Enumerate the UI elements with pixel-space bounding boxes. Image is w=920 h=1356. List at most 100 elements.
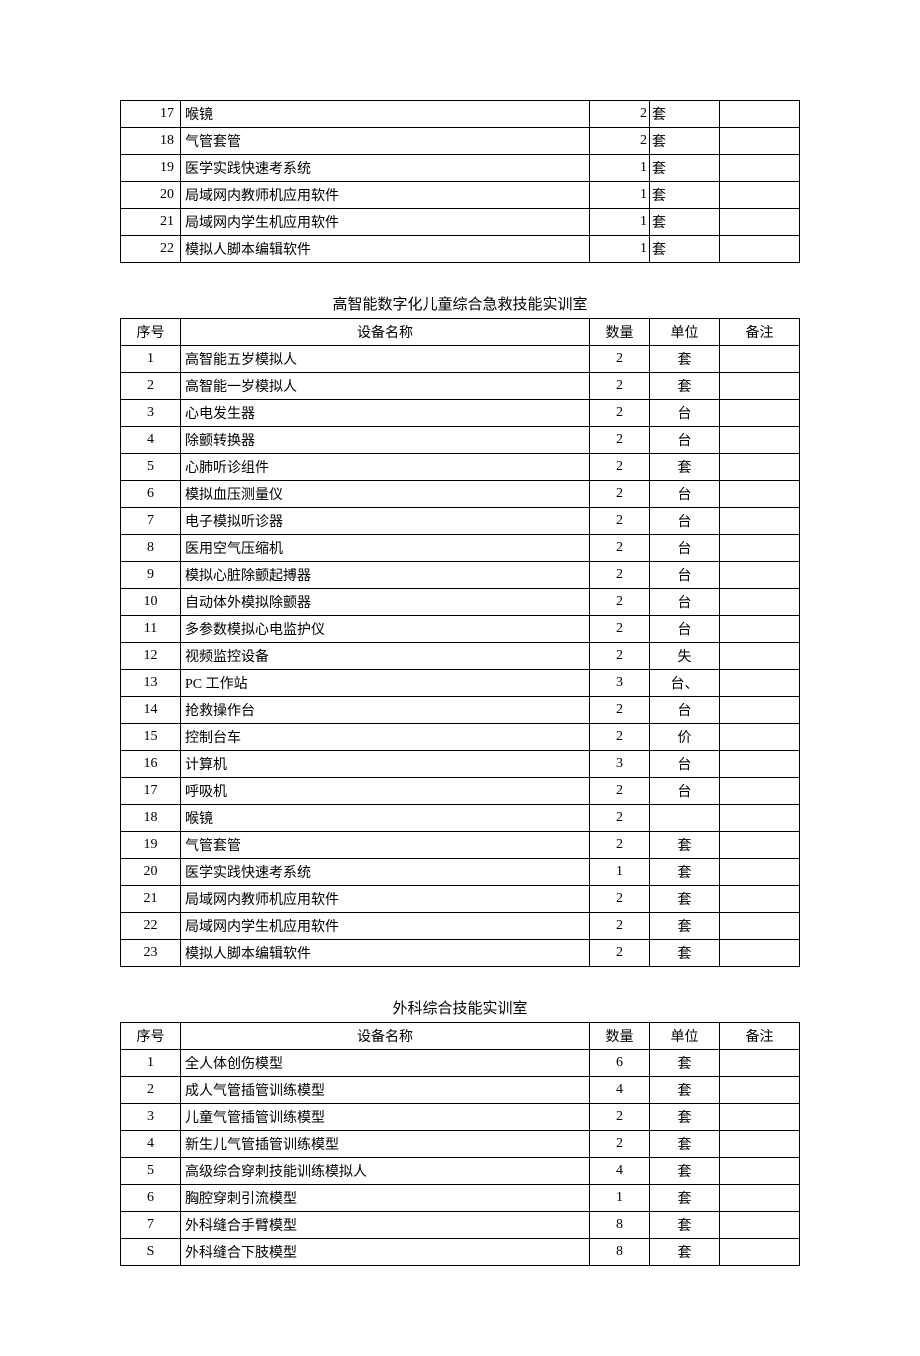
table-row: 18喉镜2 (121, 805, 800, 832)
cell-name: 模拟血压测量仪 (181, 481, 590, 508)
cell-unit: 套 (650, 1185, 720, 1212)
table-row: 5心肺听诊组件2套 (121, 454, 800, 481)
cell-name: 多参数模拟心电监护仪 (181, 616, 590, 643)
cell-qty: 2 (590, 940, 650, 967)
cell-seq: 15 (121, 724, 181, 751)
cell-seq: 1 (121, 1050, 181, 1077)
cell-name: 新生儿气管插管训练模型 (181, 1131, 590, 1158)
table-row: 13PC 工作站3台、 (121, 670, 800, 697)
cell-qty: 2 (590, 724, 650, 751)
cell-unit: 套 (650, 886, 720, 913)
cell-unit: 台 (650, 616, 720, 643)
table-row: 20局域网内教师机应用软件1套 (121, 182, 800, 209)
cell-qty: 2 (590, 778, 650, 805)
cell-qty: 2 (590, 697, 650, 724)
cell-qty: 2 (590, 400, 650, 427)
table-row: 20医学实践快速考系统1套 (121, 859, 800, 886)
cell-name: 电子模拟听诊器 (181, 508, 590, 535)
cell-note (720, 913, 800, 940)
cell-unit (650, 805, 720, 832)
cell-name: 计算机 (181, 751, 590, 778)
cell-unit: 套 (650, 182, 720, 209)
cell-qty: 2 (590, 1104, 650, 1131)
cell-name: 成人气管插管训练模型 (181, 1077, 590, 1104)
cell-name: 儿童气管插管训练模型 (181, 1104, 590, 1131)
cell-note (720, 670, 800, 697)
cell-qty: 8 (590, 1212, 650, 1239)
table-row: 22局域网内学生机应用软件2套 (121, 913, 800, 940)
cell-seq: 5 (121, 454, 181, 481)
cell-qty: 1 (590, 182, 650, 209)
header-note: 备注 (720, 1023, 800, 1050)
table-row: 9模拟心脏除颤起搏器2台 (121, 562, 800, 589)
table-row: 12视频监控设备2失 (121, 643, 800, 670)
cell-name: PC 工作站 (181, 670, 590, 697)
cell-seq: 3 (121, 400, 181, 427)
table: 序号 设备名称 数量 单位 备注 1全人体创伤模型6套2成人气管插管训练模型4套… (120, 1022, 800, 1266)
table-row: 18气管套管2套 (121, 128, 800, 155)
table-row: 23模拟人脚本编辑软件2套 (121, 940, 800, 967)
cell-name: 模拟人脚本编辑软件 (181, 236, 590, 263)
cell-qty: 2 (590, 1131, 650, 1158)
cell-seq: 14 (121, 697, 181, 724)
cell-name: 高智能一岁模拟人 (181, 373, 590, 400)
cell-qty: 1 (590, 155, 650, 182)
cell-qty: 1 (590, 236, 650, 263)
cell-seq: 20 (121, 182, 181, 209)
cell-qty: 1 (590, 859, 650, 886)
cell-qty: 3 (590, 670, 650, 697)
cell-unit: 套 (650, 1212, 720, 1239)
cell-name: 高级综合穿刺技能训练模拟人 (181, 1158, 590, 1185)
cell-note (720, 643, 800, 670)
cell-unit: 台 (650, 589, 720, 616)
cell-name: 视频监控设备 (181, 643, 590, 670)
equipment-table-1: 17喉镜2套18气管套管2套19医学实践快速考系统1套20局域网内教师机应用软件… (120, 100, 800, 263)
cell-name: 心电发生器 (181, 400, 590, 427)
cell-name: 自动体外模拟除颤器 (181, 589, 590, 616)
table-row: 4除颤转换器2台 (121, 427, 800, 454)
cell-name: 除颤转换器 (181, 427, 590, 454)
table-row: 3心电发生器2台 (121, 400, 800, 427)
cell-unit: 套 (650, 373, 720, 400)
cell-name: 抢救操作台 (181, 697, 590, 724)
table-row: 19气管套管2套 (121, 832, 800, 859)
cell-unit: 套 (650, 1104, 720, 1131)
cell-name: 呼吸机 (181, 778, 590, 805)
cell-seq: 5 (121, 1158, 181, 1185)
cell-unit: 套 (650, 859, 720, 886)
cell-unit: 套 (650, 1077, 720, 1104)
cell-qty: 2 (590, 481, 650, 508)
table-row: 21局域网内教师机应用软件2套 (121, 886, 800, 913)
cell-unit: 套 (650, 913, 720, 940)
cell-seq: 19 (121, 155, 181, 182)
table-row: 6胸腔穿刺引流模型1套 (121, 1185, 800, 1212)
header-unit: 单位 (650, 1023, 720, 1050)
cell-unit: 套 (650, 940, 720, 967)
cell-qty: 2 (590, 913, 650, 940)
cell-name: 医学实践快速考系统 (181, 155, 590, 182)
table-row: 11多参数模拟心电监护仪2台 (121, 616, 800, 643)
cell-unit: 套 (650, 128, 720, 155)
cell-name: 胸腔穿刺引流模型 (181, 1185, 590, 1212)
cell-note (720, 751, 800, 778)
cell-note (720, 1131, 800, 1158)
cell-note (720, 535, 800, 562)
cell-unit: 台 (650, 778, 720, 805)
cell-name: 喉镜 (181, 805, 590, 832)
cell-note (720, 562, 800, 589)
cell-unit: 台 (650, 400, 720, 427)
cell-seq: 21 (121, 886, 181, 913)
cell-note (720, 832, 800, 859)
table-row: 10自动体外模拟除颤器2台 (121, 589, 800, 616)
table-row: 22模拟人脚本编辑软件1套 (121, 236, 800, 263)
cell-unit: 套 (650, 1239, 720, 1266)
cell-qty: 4 (590, 1158, 650, 1185)
cell-seq: 6 (121, 481, 181, 508)
cell-name: 局域网内教师机应用软件 (181, 886, 590, 913)
cell-unit: 台 (650, 562, 720, 589)
cell-qty: 8 (590, 1239, 650, 1266)
header-qty: 数量 (590, 319, 650, 346)
cell-seq: 20 (121, 859, 181, 886)
cell-note (720, 886, 800, 913)
cell-seq: 4 (121, 1131, 181, 1158)
